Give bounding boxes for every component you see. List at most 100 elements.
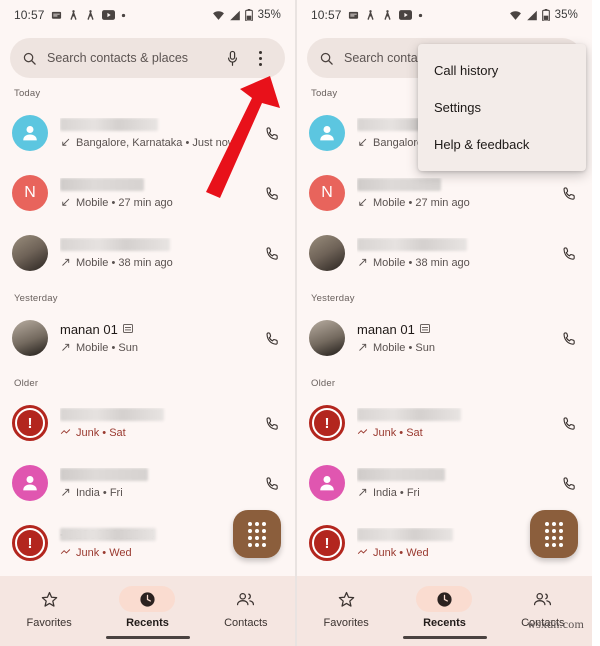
- sim-card-icon: [122, 323, 133, 333]
- exclamation-icon: !: [15, 528, 45, 558]
- call-log-row-body: Junk • Sat: [357, 407, 548, 439]
- status-time: 10:57: [311, 8, 342, 22]
- call-log-row[interactable]: Mobile • 38 min ago: [297, 223, 592, 283]
- section-header-older: Older: [14, 378, 39, 389]
- avatar[interactable]: [12, 235, 48, 271]
- caller-name: [60, 117, 251, 131]
- avatar[interactable]: [309, 235, 345, 271]
- call-made-icon: [357, 487, 368, 498]
- phone-screen-left: 10:57 35% Search contacts & places Today…: [0, 0, 296, 646]
- dot-icon: [418, 13, 423, 18]
- gesture-bar[interactable]: [402, 636, 487, 639]
- wifi-icon: [212, 10, 225, 21]
- call-detail: Mobile • 38 min ago: [357, 257, 548, 269]
- youtube-icon: [398, 10, 412, 20]
- nav-label-contacts: Contacts: [224, 617, 268, 629]
- avatar[interactable]: [309, 320, 345, 356]
- avatar[interactable]: [309, 115, 345, 151]
- nav-tab-favorites[interactable]: Favorites: [0, 586, 98, 629]
- caller-name: [357, 407, 548, 421]
- avatar-spam[interactable]: !: [12, 405, 48, 441]
- call-log-row[interactable]: N Mobile • 27 min ago: [0, 163, 295, 223]
- call-log-row-body: Bangalore, Karnataka • Just now: [60, 117, 251, 149]
- call-back-button[interactable]: [251, 245, 281, 262]
- call-log-row-body: Mobile • 38 min ago: [357, 237, 548, 269]
- dialpad-fab[interactable]: [530, 510, 578, 558]
- caller-name-text: manan 01: [357, 322, 415, 337]
- microphone-icon[interactable]: [221, 50, 243, 67]
- person-walk-icon: [85, 9, 96, 21]
- call-back-button[interactable]: [251, 415, 281, 432]
- call-log-row[interactable]: manan 01 Mobile • Sun: [297, 308, 592, 368]
- nav-tab-recents[interactable]: Recents: [98, 586, 196, 629]
- avatar-spam[interactable]: !: [309, 525, 345, 561]
- call-log-row-body: Junk • Sat: [60, 407, 251, 439]
- call-received-icon: [60, 197, 71, 208]
- avatar[interactable]: [12, 320, 48, 356]
- avatar-spam[interactable]: !: [309, 405, 345, 441]
- call-back-button[interactable]: [548, 245, 578, 262]
- menu-item-settings[interactable]: Settings: [418, 89, 586, 126]
- dialpad-fab[interactable]: [233, 510, 281, 558]
- call-log-row[interactable]: N Mobile • 27 min ago: [297, 163, 592, 223]
- call-detail-text: Junk • Sat: [76, 426, 126, 439]
- caller-name: [60, 177, 251, 191]
- call-log-row-body: India • Fri: [357, 467, 548, 499]
- call-detail-text: Bangalore, Karnataka • Just now: [76, 136, 236, 149]
- exclamation-icon: !: [312, 528, 342, 558]
- wifi-icon: [509, 10, 522, 21]
- avatar[interactable]: N: [309, 175, 345, 211]
- call-back-button[interactable]: [251, 185, 281, 202]
- call-received-icon: [357, 197, 368, 208]
- call-log-row[interactable]: manan 01 Mobile • Sun: [0, 308, 295, 368]
- call-back-button[interactable]: [548, 185, 578, 202]
- star-outline-icon: [21, 586, 77, 612]
- call-back-button[interactable]: [251, 330, 281, 347]
- avatar[interactable]: [309, 465, 345, 501]
- signal-icon: [229, 10, 241, 21]
- star-outline-icon: [318, 586, 374, 612]
- call-missed-icon: [60, 427, 71, 438]
- bottom-navigation: Favorites Recents Contacts: [0, 576, 295, 646]
- avatar-initial: N: [24, 184, 36, 201]
- gesture-bar[interactable]: [105, 636, 190, 639]
- call-back-button[interactable]: [251, 125, 281, 142]
- avatar[interactable]: [12, 465, 48, 501]
- call-log-row-body: +918000002344 Junk • Wed: [60, 527, 251, 559]
- avatar[interactable]: [12, 115, 48, 151]
- call-log-row[interactable]: Mobile • 38 min ago: [0, 223, 295, 283]
- search-bar[interactable]: Search contacts & places: [10, 38, 285, 78]
- call-detail: Junk • Wed: [357, 547, 548, 559]
- call-log-row[interactable]: India • Fri: [297, 453, 592, 513]
- call-detail: Mobile • Sun: [60, 342, 251, 354]
- signal-icon: [526, 10, 538, 21]
- nav-tab-recents[interactable]: Recents: [395, 586, 493, 629]
- call-log-row[interactable]: India • Fri: [0, 453, 295, 513]
- call-detail-text: India • Fri: [373, 486, 420, 499]
- call-log-row[interactable]: Bangalore, Karnataka • Just now: [0, 103, 295, 163]
- menu-item-call-history[interactable]: Call history: [418, 52, 586, 89]
- person-walk-icon: [68, 9, 79, 21]
- call-back-button[interactable]: [548, 330, 578, 347]
- person-walk-icon: [382, 9, 393, 21]
- call-back-button[interactable]: [251, 475, 281, 492]
- call-back-button[interactable]: [548, 415, 578, 432]
- call-log-row[interactable]: ! Junk • Sat: [0, 393, 295, 453]
- search-input[interactable]: Search contacts & places: [47, 51, 221, 65]
- call-back-button[interactable]: [548, 475, 578, 492]
- call-detail-text: Mobile • 27 min ago: [76, 196, 173, 209]
- menu-item-help-feedback[interactable]: Help & feedback: [418, 126, 586, 163]
- nav-tab-favorites[interactable]: Favorites: [297, 586, 395, 629]
- nav-tab-contacts[interactable]: Contacts: [197, 586, 295, 629]
- avatar[interactable]: N: [12, 175, 48, 211]
- battery-percent: 35%: [257, 9, 281, 21]
- person-icon: [309, 115, 345, 151]
- call-made-icon: [357, 342, 368, 353]
- more-vert-icon[interactable]: [247, 43, 273, 73]
- call-log-row[interactable]: ! Junk • Sat: [297, 393, 592, 453]
- call-detail: Junk • Sat: [357, 427, 548, 439]
- avatar-spam[interactable]: !: [12, 525, 48, 561]
- status-bar-left: 10:57: [311, 8, 423, 22]
- call-detail-text: Junk • Wed: [373, 546, 429, 559]
- nav-label-recents: Recents: [126, 617, 169, 629]
